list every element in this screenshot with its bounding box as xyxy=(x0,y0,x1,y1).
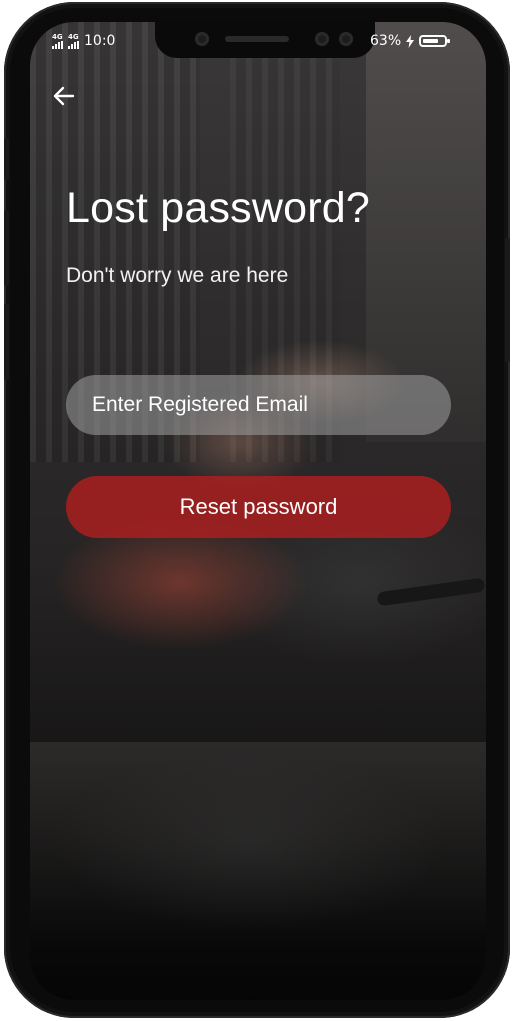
background-sofa xyxy=(30,742,486,942)
status-bar-left: 4G 4G 10:0 xyxy=(52,33,115,49)
signal-icon: 4G xyxy=(52,32,63,49)
email-input[interactable] xyxy=(66,375,451,435)
sensor-icon xyxy=(315,32,329,46)
speaker-grille xyxy=(225,36,289,42)
volume-down-button xyxy=(4,304,9,380)
page-subtitle: Don't worry we are here xyxy=(66,264,289,287)
power-button xyxy=(505,238,510,362)
reset-password-button[interactable]: Reset password xyxy=(66,476,451,538)
camera-icon xyxy=(339,32,353,46)
status-time: 10:0 xyxy=(84,33,116,49)
battery-percent: 63% xyxy=(370,33,402,49)
camera-icon xyxy=(195,32,209,46)
mute-switch xyxy=(4,138,9,180)
network-type: 4G xyxy=(68,32,79,41)
notch xyxy=(155,20,375,58)
status-bar-right: 63% xyxy=(370,33,451,49)
signal-icon: 4G xyxy=(68,32,79,49)
page-title: Lost password? xyxy=(66,184,370,232)
back-arrow-icon[interactable] xyxy=(52,84,76,108)
battery-icon xyxy=(419,35,451,47)
volume-up-button xyxy=(4,210,9,286)
background-remote xyxy=(376,577,486,607)
network-type: 4G xyxy=(52,32,63,41)
charging-icon xyxy=(406,34,415,48)
